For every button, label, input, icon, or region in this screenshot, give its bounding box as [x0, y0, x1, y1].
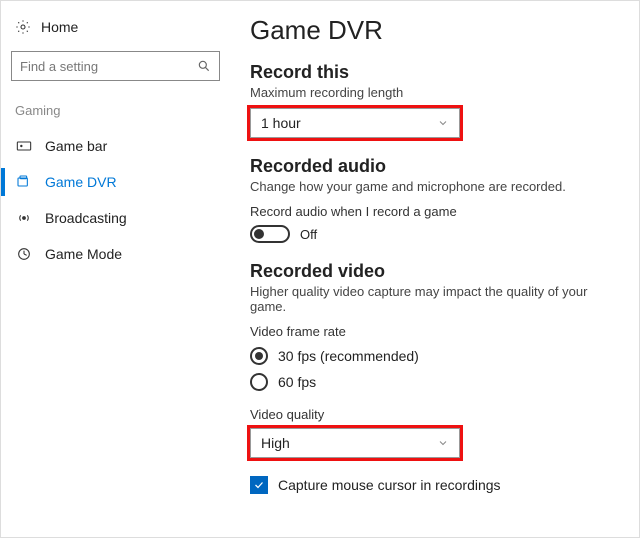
toggle-knob — [254, 229, 264, 239]
home-nav[interactable]: Home — [11, 15, 220, 45]
game-bar-icon — [15, 139, 33, 153]
radio-label: 60 fps — [278, 374, 316, 390]
radio-icon — [250, 373, 268, 391]
recorded-audio-section: Recorded audio Change how your game and … — [250, 156, 619, 243]
page-title: Game DVR — [250, 15, 619, 46]
dropdown-value: 1 hour — [261, 115, 301, 131]
record-this-sub: Maximum recording length — [250, 85, 619, 100]
main-content: Game DVR Record this Maximum recording l… — [228, 1, 639, 537]
sidebar-item-label: Broadcasting — [45, 210, 127, 226]
frame-rate-60fps-radio[interactable]: 60 fps — [250, 373, 619, 391]
frame-rate-label: Video frame rate — [250, 324, 619, 339]
record-this-heading: Record this — [250, 62, 619, 83]
sidebar-item-label: Game Mode — [45, 246, 122, 262]
recorded-video-heading: Recorded video — [250, 261, 619, 282]
radio-icon — [250, 347, 268, 365]
toggle-state-label: Off — [300, 227, 317, 242]
chevron-down-icon — [437, 117, 449, 129]
sidebar-item-game-dvr[interactable]: Game DVR — [11, 164, 220, 200]
max-recording-length-dropdown[interactable]: 1 hour — [250, 108, 460, 138]
game-dvr-icon — [15, 174, 33, 190]
recorded-audio-sub: Change how your game and microphone are … — [250, 179, 619, 194]
recorded-audio-heading: Recorded audio — [250, 156, 619, 177]
capture-cursor-label: Capture mouse cursor in recordings — [278, 477, 501, 493]
video-quality-dropdown[interactable]: High — [250, 428, 460, 458]
sidebar-item-broadcasting[interactable]: Broadcasting — [11, 200, 220, 236]
record-audio-toggle[interactable] — [250, 225, 290, 243]
sidebar-item-game-mode[interactable]: Game Mode — [11, 236, 220, 272]
broadcasting-icon — [15, 210, 33, 226]
recorded-video-section: Recorded video Higher quality video capt… — [250, 261, 619, 458]
capture-cursor-checkbox[interactable] — [250, 476, 268, 494]
sidebar: Home Gaming Game bar — [1, 1, 228, 537]
radio-label: 30 fps (recommended) — [278, 348, 419, 364]
gear-icon — [15, 19, 31, 35]
home-label: Home — [41, 19, 78, 35]
recorded-video-sub: Higher quality video capture may impact … — [250, 284, 619, 314]
chevron-down-icon — [437, 437, 449, 449]
record-audio-toggle-label: Record audio when I record a game — [250, 204, 619, 219]
frame-rate-30fps-radio[interactable]: 30 fps (recommended) — [250, 347, 619, 365]
search-icon — [197, 59, 211, 73]
capture-cursor-checkbox-row[interactable]: Capture mouse cursor in recordings — [250, 476, 619, 494]
record-this-section: Record this Maximum recording length 1 h… — [250, 62, 619, 138]
sidebar-item-label: Game DVR — [45, 174, 117, 190]
sidebar-section-header: Gaming — [11, 99, 220, 128]
sidebar-item-game-bar[interactable]: Game bar — [11, 128, 220, 164]
sidebar-item-label: Game bar — [45, 138, 107, 154]
game-mode-icon — [15, 246, 33, 262]
dropdown-value: High — [261, 435, 290, 451]
search-input[interactable] — [20, 59, 197, 74]
search-box[interactable] — [11, 51, 220, 81]
video-quality-label: Video quality — [250, 407, 619, 422]
